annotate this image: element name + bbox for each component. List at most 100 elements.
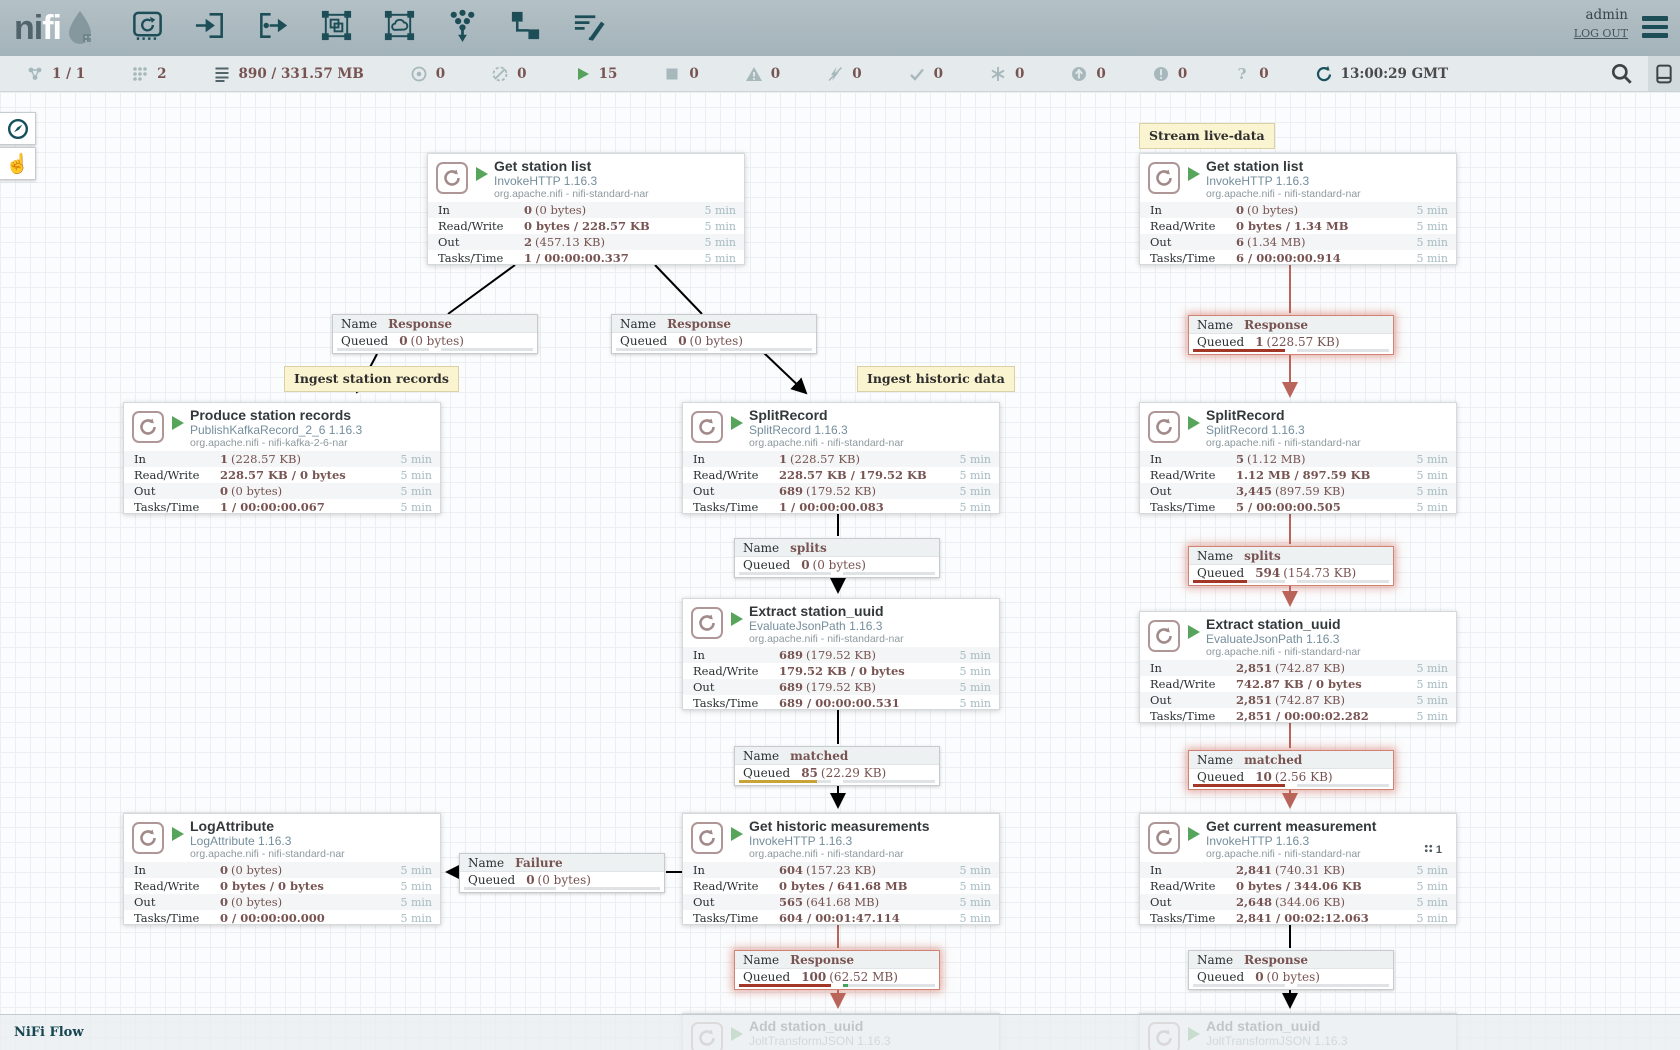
stat-window: 5 min [1408, 662, 1456, 675]
stat-window: 5 min [1408, 204, 1456, 217]
process-group-tool[interactable] [318, 10, 354, 46]
status-count: 2 [157, 66, 166, 82]
stat-window: 5 min [951, 681, 999, 694]
processor-tool[interactable] [129, 10, 165, 46]
processor-type: PublishKafkaRecord_2_6 1.16.3 [190, 423, 440, 437]
processor-node[interactable]: Get station listInvokeHTTP 1.16.3org.apa… [1139, 153, 1457, 265]
stat-value: 1(228.57 KB) [779, 452, 951, 466]
connection-label[interactable]: NamematchedQueued85(22.29 KB) [734, 746, 940, 786]
stat-row: In689(179.52 KB)5 min [683, 647, 999, 663]
stat-value: 228.57 KB / 179.52 KB [779, 468, 951, 482]
processor-node[interactable]: Get current measurementInvokeHTTP 1.16.3… [1139, 813, 1457, 925]
logout-link[interactable]: LOG OUT [1574, 27, 1628, 40]
global-menu-button[interactable] [1642, 16, 1668, 42]
processor-type: SplitRecord 1.16.3 [749, 423, 999, 437]
connection-line[interactable] [655, 265, 702, 314]
connection-relationship: splits [790, 541, 827, 555]
processor-node[interactable]: Extract station_uuidEvaluateJsonPath 1.1… [682, 598, 1000, 710]
stat-value: 6 / 00:00:00.914 [1236, 251, 1408, 265]
stat-row: Out2(457.13 KB)5 min [428, 234, 744, 250]
processor-node[interactable]: LogAttributeLogAttribute 1.16.3org.apach… [123, 813, 441, 925]
connection-label[interactable]: NameResponseQueued100(62.52 MB) [734, 950, 940, 990]
settings-panel-button[interactable] [1648, 56, 1680, 91]
stat-row: Read/Write179.52 KB / 0 bytes5 min [683, 663, 999, 679]
connection-label[interactable]: NamesplitsQueued594(154.73 KB) [1188, 546, 1394, 586]
processor-type-icon [691, 411, 723, 443]
output-port-tool[interactable] [255, 10, 291, 46]
stat-row: Out0(0 bytes)5 min [124, 894, 440, 910]
stat-window: 5 min [696, 236, 744, 249]
template-tool[interactable] [507, 10, 543, 46]
connection-label[interactable]: NameResponseQueued0(0 bytes) [611, 314, 817, 354]
connection-label[interactable]: NameFailureQueued0(0 bytes) [459, 853, 665, 893]
operate-button[interactable]: ☝ [0, 147, 36, 180]
stat-row: Tasks/Time2,841 / 00:02:12.0635 min [1140, 910, 1456, 926]
queued-size: (0 bytes) [1267, 970, 1320, 984]
connection-label[interactable]: NamesplitsQueued0(0 bytes) [734, 538, 940, 578]
connection-label[interactable]: NameResponseQueued0(0 bytes) [332, 314, 538, 354]
funnel-icon [445, 8, 480, 48]
stat-label: Out [428, 235, 524, 249]
remote-process-group-icon [382, 8, 417, 48]
queued-size: (0 bytes) [411, 334, 464, 348]
label-tool[interactable] [570, 10, 606, 46]
stat-label: In [1140, 661, 1236, 675]
remote-process-group-tool[interactable] [381, 10, 417, 46]
flow-label[interactable]: Stream live-data [1139, 123, 1275, 149]
cluster-status: 1 / 1 [26, 65, 85, 83]
connection-label[interactable]: NamematchedQueued10(2.56 KB) [1188, 750, 1394, 790]
stat-row: Out0(0 bytes)5 min [124, 483, 440, 499]
processor-type: EvaluateJsonPath 1.16.3 [749, 619, 999, 633]
connection-label[interactable]: NameResponseQueued1(228.57 KB) [1188, 315, 1394, 355]
connection-name-row: NameResponse [333, 315, 537, 333]
navigate-button[interactable] [0, 112, 36, 145]
processor-bundle: org.apache.nifi - nifi-standard-nar [1206, 646, 1456, 659]
stat-value: 689(179.52 KB) [779, 680, 951, 694]
input-port-tool[interactable] [192, 10, 228, 46]
stat-window: 5 min [696, 220, 744, 233]
breadcrumb[interactable]: NiFi Flow [0, 1025, 84, 1040]
status-count: 0 [436, 66, 445, 82]
queued-size: (0 bytes) [538, 873, 591, 887]
processor-node[interactable]: Get historic measurementsInvokeHTTP 1.16… [682, 813, 1000, 925]
flow-canvas[interactable]: Get station listInvokeHTTP 1.16.3org.apa… [0, 92, 1680, 1050]
status-count: 0 [517, 66, 526, 82]
processor-node[interactable]: SplitRecordSplitRecord 1.16.3org.apache.… [682, 402, 1000, 514]
stat-window: 5 min [1408, 501, 1456, 514]
stat-value: 0(0 bytes) [220, 863, 392, 877]
stat-label: In [683, 648, 779, 662]
stat-row: Tasks/Time1 / 00:00:00.0675 min [124, 499, 440, 515]
connection-line[interactable] [763, 352, 806, 393]
processor-stats: In5(1.12 MB)5 minRead/Write1.12 MB / 897… [1140, 451, 1456, 515]
stat-row: In1(228.57 KB)5 min [683, 451, 999, 467]
stat-row: Out689(179.52 KB)5 min [683, 679, 999, 695]
queued-count: 0 [399, 334, 407, 348]
flow-label[interactable]: Ingest historic data [857, 366, 1015, 392]
stat-row: Out2,851(742.87 KB)5 min [1140, 692, 1456, 708]
stat-label: Read/Write [1140, 468, 1236, 482]
queued-status: 890 / 331.57 MB [213, 65, 364, 83]
processor-node[interactable]: Produce station recordsPublishKafkaRecor… [123, 402, 441, 514]
connection-label[interactable]: NameResponseQueued0(0 bytes) [1188, 950, 1394, 990]
stat-label: Out [1140, 693, 1236, 707]
processor-node[interactable]: Extract station_uuidEvaluateJsonPath 1.1… [1139, 611, 1457, 723]
label-icon [571, 8, 606, 48]
processor-type-icon [132, 822, 164, 854]
stat-row: Tasks/Time2,851 / 00:00:02.2825 min [1140, 708, 1456, 724]
connection-relationship: Response [667, 317, 731, 331]
connection-line[interactable] [448, 265, 515, 314]
flow-label[interactable]: Ingest station records [284, 366, 459, 392]
processor-node[interactable]: Get station listInvokeHTTP 1.16.3org.apa… [427, 153, 745, 265]
queued-size: (22.29 KB) [821, 766, 886, 780]
processor-node[interactable]: SplitRecordSplitRecord 1.16.3org.apache.… [1139, 402, 1457, 514]
funnel-tool[interactable] [444, 10, 480, 46]
stat-window: 5 min [951, 912, 999, 925]
processor-bundle: org.apache.nifi - nifi-standard-nar [1206, 848, 1456, 861]
stat-row: Read/Write742.87 KB / 0 bytes5 min [1140, 676, 1456, 692]
processor-type: LogAttribute 1.16.3 [190, 834, 440, 848]
refresh-icon[interactable] [1315, 65, 1333, 83]
logo-text-ni: ni [14, 8, 42, 48]
stat-window: 5 min [696, 204, 744, 217]
search-button[interactable] [1610, 62, 1634, 86]
backpressure-bars [739, 572, 935, 576]
